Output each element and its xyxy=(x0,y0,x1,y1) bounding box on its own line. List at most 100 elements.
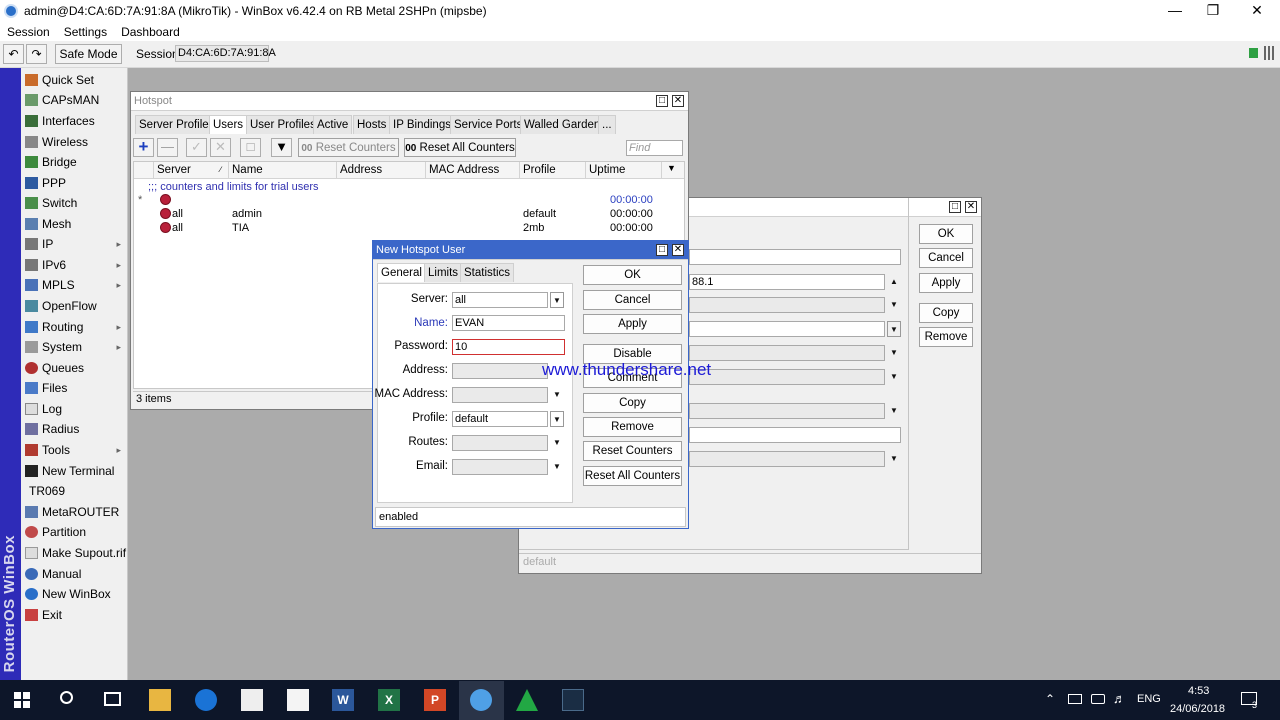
back-field-3[interactable] xyxy=(689,297,885,313)
disable-x-icon[interactable]: ✕ xyxy=(210,138,231,157)
chevron-down-icon[interactable]: ▼ xyxy=(550,435,564,451)
sidebar-item-tr069[interactable]: TR069 xyxy=(21,481,127,501)
word-icon[interactable]: W xyxy=(332,689,354,711)
sidebar-item-mpls[interactable]: MPLS ▸ xyxy=(21,275,127,295)
sidebar-item-switch[interactable]: Switch xyxy=(21,193,127,213)
reset-all-counters-button[interactable]: 00 Reset All Counters xyxy=(404,138,516,157)
edge-browser-icon[interactable] xyxy=(195,689,217,711)
apply-button[interactable]: Apply xyxy=(583,314,682,334)
table-row[interactable]: * 00:00:00 xyxy=(134,193,684,207)
chevron-down-icon[interactable]: ▼ xyxy=(887,451,901,467)
menu-session[interactable]: Session xyxy=(0,25,57,39)
email-input[interactable] xyxy=(452,459,548,475)
maximize-button[interactable]: ❐ xyxy=(1190,0,1236,22)
password-input[interactable]: 10 xyxy=(452,339,565,355)
menu-settings[interactable]: Settings xyxy=(57,25,114,39)
back-field-4[interactable] xyxy=(689,321,885,337)
name-input[interactable]: EVAN xyxy=(452,315,565,331)
sidebar-item-bridge[interactable]: Bridge xyxy=(21,152,127,172)
profile-select[interactable]: default xyxy=(452,411,548,427)
volume-icon[interactable]: ♬ xyxy=(1113,691,1126,706)
chevron-down-icon[interactable]: ▼ xyxy=(887,297,901,313)
chevron-up-icon[interactable]: ▲ xyxy=(887,274,901,290)
tray-chevron-up-icon[interactable]: ⌃ xyxy=(1045,692,1055,706)
recorder-app-icon[interactable] xyxy=(562,689,584,711)
sidebar-item-routing[interactable]: Routing ▸ xyxy=(21,317,127,337)
sidebar-item-openflow[interactable]: OpenFlow xyxy=(21,296,127,316)
close-window-button[interactable]: ✕ xyxy=(1234,0,1280,22)
sidebar-item-exit[interactable]: Exit xyxy=(21,605,127,625)
chevron-down-icon[interactable]: ▼ xyxy=(887,369,901,385)
back-field-2[interactable]: 88.1 xyxy=(689,274,885,290)
column-menu-icon[interactable]: ▼ xyxy=(667,163,676,173)
enable-check-icon[interactable]: ✓ xyxy=(186,138,207,157)
tab-general[interactable]: General xyxy=(377,263,426,282)
powerpoint-icon[interactable]: P xyxy=(424,689,446,711)
reset-all-counters-button[interactable]: Reset All Counters xyxy=(583,466,682,486)
sidebar-item-new-winbox[interactable]: New WinBox xyxy=(21,584,127,604)
windows-start-icon[interactable] xyxy=(14,692,30,708)
chevron-down-icon[interactable]: ▼ xyxy=(550,459,564,475)
sidebar-item-new-terminal[interactable]: New Terminal xyxy=(21,461,127,481)
back-copy-button[interactable]: Copy xyxy=(919,303,973,323)
sidebar-item-metarouter[interactable]: MetaROUTER xyxy=(21,502,127,522)
tab-walled-garden[interactable]: Walled Garden xyxy=(520,115,605,134)
sidebar-item-system[interactable]: System ▸ xyxy=(21,337,127,357)
col-profile[interactable]: Profile xyxy=(520,162,586,178)
col-address[interactable]: Address xyxy=(337,162,426,178)
sidebar-item-capsman[interactable]: CAPsMAN xyxy=(21,90,127,110)
remove-button[interactable]: Remove xyxy=(583,417,682,437)
back-ok-button[interactable]: OK xyxy=(919,224,973,244)
col-server[interactable]: Server xyxy=(154,162,229,178)
mac-address-input[interactable] xyxy=(452,387,548,403)
table-row[interactable]: all TIA 2mb 00:00:00 xyxy=(134,221,684,235)
back-remove-button[interactable]: Remove xyxy=(919,327,973,347)
col-name[interactable]: Name xyxy=(229,162,337,178)
close-icon[interactable]: ✕ xyxy=(965,201,977,213)
sidebar-item-ppp[interactable]: PPP xyxy=(21,173,127,193)
task-view-icon[interactable] xyxy=(104,692,121,706)
filter-icon[interactable]: ▼ xyxy=(271,138,292,157)
remove-icon[interactable]: — xyxy=(157,138,178,157)
ok-button[interactable]: OK xyxy=(583,265,682,285)
chevron-down-icon[interactable]: ▼ xyxy=(550,411,564,427)
col-mac-address[interactable]: MAC Address xyxy=(426,162,520,178)
chevron-down-icon[interactable]: ▼ xyxy=(550,292,564,308)
battery-icon[interactable] xyxy=(1068,694,1082,704)
sidebar-item-files[interactable]: Files xyxy=(21,378,127,398)
sidebar-item-ipv6[interactable]: IPv6 ▸ xyxy=(21,255,127,275)
back-field-8[interactable] xyxy=(689,427,901,443)
back-apply-button[interactable]: Apply xyxy=(919,273,973,293)
sidebar-item-partition[interactable]: Partition xyxy=(21,522,127,542)
back-field-7[interactable] xyxy=(689,403,885,419)
tab-server-profiles[interactable]: Server Profiles xyxy=(135,115,219,134)
maximize-icon[interactable]: □ xyxy=(656,244,668,256)
safe-mode-button[interactable]: Safe Mode xyxy=(55,44,122,64)
chevron-down-icon[interactable]: ▼ xyxy=(887,403,901,419)
sidebar-item-queues[interactable]: Queues xyxy=(21,358,127,378)
routes-input[interactable] xyxy=(452,435,548,451)
tab-ip-bindings[interactable]: IP Bindings xyxy=(389,115,455,134)
cancel-button[interactable]: Cancel xyxy=(583,290,682,310)
add-icon[interactable]: + xyxy=(133,138,154,157)
copy-button[interactable]: Copy xyxy=(583,393,682,413)
tab-user-profiles[interactable]: User Profiles xyxy=(246,115,320,134)
excel-icon[interactable]: X xyxy=(378,689,400,711)
redo-button[interactable]: ↷ xyxy=(26,44,47,64)
address-input[interactable] xyxy=(452,363,548,379)
sidebar-item-tools[interactable]: Tools ▸ xyxy=(21,440,127,460)
maximize-icon[interactable]: □ xyxy=(656,95,668,107)
tab-statistics[interactable]: Statistics xyxy=(460,263,515,282)
tab-users[interactable]: Users xyxy=(209,115,248,134)
sidebar-item-manual[interactable]: Manual xyxy=(21,564,127,584)
store-icon[interactable] xyxy=(241,689,263,711)
session-field[interactable]: D4:CA:6D:7A:91:8A xyxy=(175,45,276,62)
back-field-1[interactable] xyxy=(689,249,901,265)
tab-service-ports[interactable]: Service Ports xyxy=(450,115,527,134)
reset-counters-button[interactable]: 00 Reset Counters xyxy=(298,138,399,157)
language-indicator[interactable]: ENG xyxy=(1137,693,1161,705)
clock-time[interactable]: 4:53 xyxy=(1188,685,1209,697)
clock-date[interactable]: 24/06/2018 xyxy=(1170,703,1225,715)
server-select[interactable]: all xyxy=(452,292,548,308)
network-icon[interactable] xyxy=(1091,694,1105,704)
